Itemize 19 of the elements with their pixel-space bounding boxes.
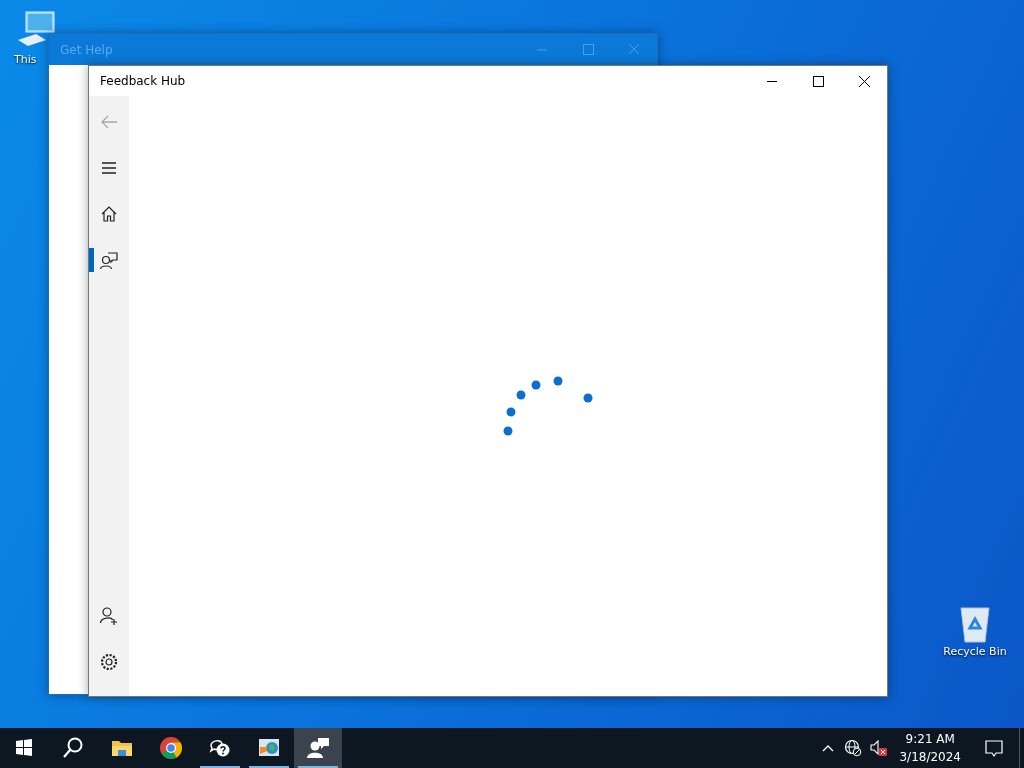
icon-label[interactable]: This [14,52,37,69]
maximize-icon[interactable] [812,75,824,87]
search-icon[interactable] [61,736,85,760]
feedback-person-button[interactable] [294,728,342,768]
clock-button[interactable]: 9:21 AM 3/18/2024 [891,728,969,768]
speaker-icon[interactable] [869,739,888,757]
add-person-icon[interactable] [99,606,119,626]
globe-icon[interactable] [844,739,863,757]
home-icon[interactable] [99,204,119,224]
notification-icon[interactable] [984,738,1004,758]
close-icon[interactable] [858,75,870,87]
feedback-icon[interactable] [99,250,119,270]
icon-label[interactable]: Recycle Bin [943,644,1007,661]
window-title: Feedback Hub [100,73,186,90]
feedback-person-icon[interactable] [306,736,330,760]
browser-icon[interactable] [159,736,183,760]
window-title: Get Help [60,41,113,59]
chevron-up-icon[interactable] [822,744,835,752]
settings-icon[interactable] [99,652,119,672]
